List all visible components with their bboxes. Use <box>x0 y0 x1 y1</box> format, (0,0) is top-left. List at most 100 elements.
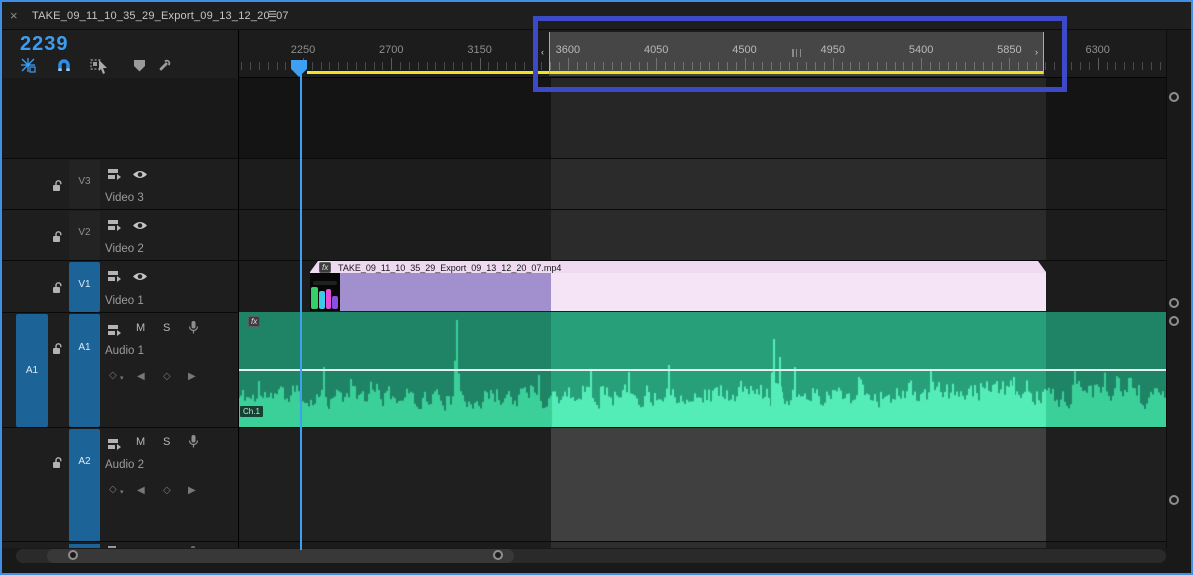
toggle-track-output-eye-icon[interactable] <box>132 220 148 231</box>
close-icon[interactable]: × <box>10 8 18 23</box>
ruler-tick <box>1088 62 1090 70</box>
sync-lock-icon[interactable] <box>107 324 121 336</box>
next-keyframe-icon[interactable]: ▶ <box>188 485 196 496</box>
track-name[interactable]: Video 1 <box>105 295 144 307</box>
horizontal-scrollbar-thumb[interactable] <box>47 549 514 563</box>
track-v3-lane[interactable] <box>238 158 1168 209</box>
annotation-highlight-box <box>533 16 1067 92</box>
panel-menu-icon[interactable]: ≡ <box>268 6 277 23</box>
ruler-tick-label: 3150 <box>467 44 492 56</box>
previous-keyframe-icon[interactable]: ◀ <box>137 485 145 496</box>
playhead-handle[interactable] <box>291 60 307 77</box>
ruler-tick <box>488 62 490 70</box>
source-assign-a1[interactable]: A1 <box>16 314 48 427</box>
add-keyframe-icon[interactable]: ◇ <box>163 371 171 382</box>
ruler-tick <box>267 62 269 70</box>
track-a2-lane[interactable] <box>238 427 1168 541</box>
ruler-tick <box>364 62 366 70</box>
ruler-tick <box>276 62 278 70</box>
lock-icon[interactable] <box>51 456 64 469</box>
header-timeline-divider <box>238 30 239 550</box>
video-clip-body-in-range <box>551 273 1046 311</box>
keyframe-selector-caret-icon[interactable]: ▾ <box>120 374 124 382</box>
track-name[interactable]: Audio 1 <box>105 345 144 357</box>
lock-icon[interactable] <box>51 179 64 192</box>
playhead-line[interactable] <box>300 60 302 550</box>
next-keyframe-icon[interactable]: ▶ <box>188 371 196 382</box>
ruler-tick <box>400 62 402 70</box>
track-target-v2[interactable]: V2 <box>69 211 100 260</box>
ruler-tick <box>250 62 252 70</box>
track-header-v2: V2 Video 2 <box>2 209 238 260</box>
ruler-tick <box>285 62 287 70</box>
zoom-handle-left[interactable] <box>68 550 78 560</box>
sync-lock-icon[interactable] <box>107 219 121 231</box>
voiceover-record-mic-icon[interactable] <box>188 434 199 449</box>
ruler-tick <box>1141 62 1143 70</box>
track-v2-lane[interactable] <box>238 209 1168 260</box>
sequence-tab[interactable]: TAKE_09_11_10_35_29_Export_09_13_12_20_0… <box>32 10 289 22</box>
sync-lock-icon[interactable] <box>107 168 121 180</box>
keyframe-selector-icon[interactable]: ◇ <box>109 484 117 495</box>
ruler-tick <box>435 62 437 70</box>
video-scrollbar-handle-top[interactable] <box>1169 92 1179 102</box>
video-clip[interactable]: fx TAKE_09_11_10_35_29_Export_09_13_12_2… <box>310 261 1046 311</box>
sync-lock-icon[interactable] <box>107 270 121 282</box>
track-name[interactable]: Video 3 <box>105 192 144 204</box>
ruler-tick <box>373 62 375 70</box>
ruler-tick <box>479 58 481 70</box>
current-timecode[interactable]: 2239 <box>20 33 69 56</box>
ruler-tick-label: 2700 <box>379 44 404 56</box>
insert-overwrite-as-nest-icon[interactable] <box>18 56 38 74</box>
linked-selection-icon[interactable] <box>90 56 110 74</box>
ruler-tick <box>1159 62 1161 70</box>
solo-button[interactable]: S <box>163 436 170 448</box>
audio-channel-badge: Ch.1 <box>240 406 263 417</box>
ruler-tick <box>461 62 463 70</box>
previous-keyframe-icon[interactable]: ◀ <box>137 371 145 382</box>
solo-button[interactable]: S <box>163 322 170 334</box>
horizontal-scrollbar-row <box>2 548 1191 573</box>
track-target-v3[interactable]: V3 <box>69 160 100 209</box>
video-scrollbar-handle-bottom[interactable] <box>1169 298 1179 308</box>
zoom-handle-right[interactable] <box>493 550 503 560</box>
sync-lock-icon[interactable] <box>107 438 121 450</box>
track-name[interactable]: Audio 2 <box>105 459 144 471</box>
in-out-overlay <box>551 159 1046 209</box>
video-fx-badge[interactable]: fx <box>319 262 331 273</box>
track-target-a2[interactable]: A2 <box>69 429 100 541</box>
audio-scrollbar-handle-bottom[interactable] <box>1169 495 1179 505</box>
ruler-tick <box>1106 62 1108 70</box>
toggle-track-output-eye-icon[interactable] <box>132 169 148 180</box>
in-out-overlay <box>551 428 1046 541</box>
mute-button[interactable]: M <box>136 436 145 448</box>
keyframe-selector-icon[interactable]: ◇ <box>109 370 117 381</box>
ruler-tick <box>1071 62 1073 70</box>
ruler-tick <box>1150 62 1152 70</box>
track-name[interactable]: Video 2 <box>105 243 144 255</box>
lock-icon[interactable] <box>51 230 64 243</box>
track-header-a2: A2 M S Audio 2 ◇ ▾ ◀ ◇ ▶ <box>2 427 238 541</box>
voiceover-record-mic-icon[interactable] <box>188 320 199 335</box>
track-target-a1[interactable]: A1 <box>69 314 100 427</box>
ruler-tick <box>453 62 455 70</box>
ruler-tick <box>382 62 384 70</box>
lock-icon[interactable] <box>51 342 64 355</box>
snap-magnet-icon[interactable] <box>54 56 74 74</box>
audio-scrollbar-handle-top[interactable] <box>1169 316 1179 326</box>
timeline-settings-wrench-icon[interactable] <box>155 56 175 74</box>
ruler-tick <box>1097 58 1099 70</box>
ruler-tick <box>417 62 419 70</box>
audio-volume-rubber-band[interactable] <box>238 369 1168 371</box>
vertical-scrollbar-column <box>1166 30 1191 550</box>
lock-icon[interactable] <box>51 281 64 294</box>
ruler-tick <box>391 58 393 70</box>
track-target-v1[interactable]: V1 <box>69 262 100 312</box>
ruler-tick <box>497 62 499 70</box>
keyframe-selector-caret-icon[interactable]: ▾ <box>120 488 124 496</box>
add-keyframe-icon[interactable]: ◇ <box>163 485 171 496</box>
add-marker-icon[interactable] <box>129 56 149 74</box>
mute-button[interactable]: M <box>136 322 145 334</box>
toggle-track-output-eye-icon[interactable] <box>132 271 148 282</box>
audio-fx-badge[interactable]: fx <box>248 316 261 327</box>
